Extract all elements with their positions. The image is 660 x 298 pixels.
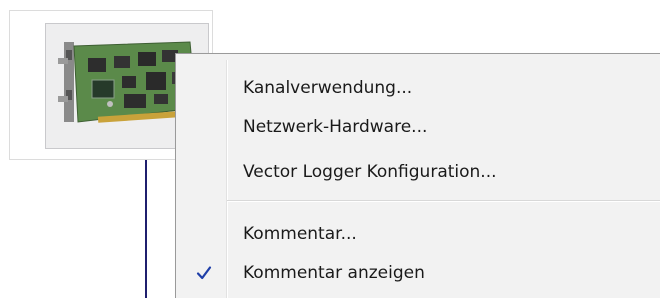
- checkmark-icon: [196, 266, 212, 280]
- menu-separator: [227, 200, 660, 202]
- context-menu: Kanalverwendung... Netzwerk-Hardware... …: [175, 53, 660, 298]
- menu-item-label: Kommentar anzeigen: [243, 263, 425, 283]
- menu-item-label: Kanalverwendung...: [243, 78, 413, 98]
- canvas: Kanalverwendung... Netzwerk-Hardware... …: [0, 0, 660, 298]
- menu-item-vector-logger-konfiguration[interactable]: Vector Logger Konfiguration...: [176, 154, 660, 190]
- menu-item-kommentar[interactable]: Kommentar...: [176, 216, 660, 252]
- menu-item-kommentar-anzeigen[interactable]: Kommentar anzeigen: [176, 255, 660, 291]
- menu-item-netzwerk-hardware[interactable]: Netzwerk-Hardware...: [176, 109, 660, 145]
- menu-item-label: Vector Logger Konfiguration...: [243, 162, 497, 182]
- menu-item-kanalverwendung[interactable]: Kanalverwendung...: [176, 70, 660, 106]
- connection-line: [145, 160, 147, 298]
- menu-item-label: Kommentar...: [243, 224, 357, 244]
- menu-item-label: Netzwerk-Hardware...: [243, 117, 428, 137]
